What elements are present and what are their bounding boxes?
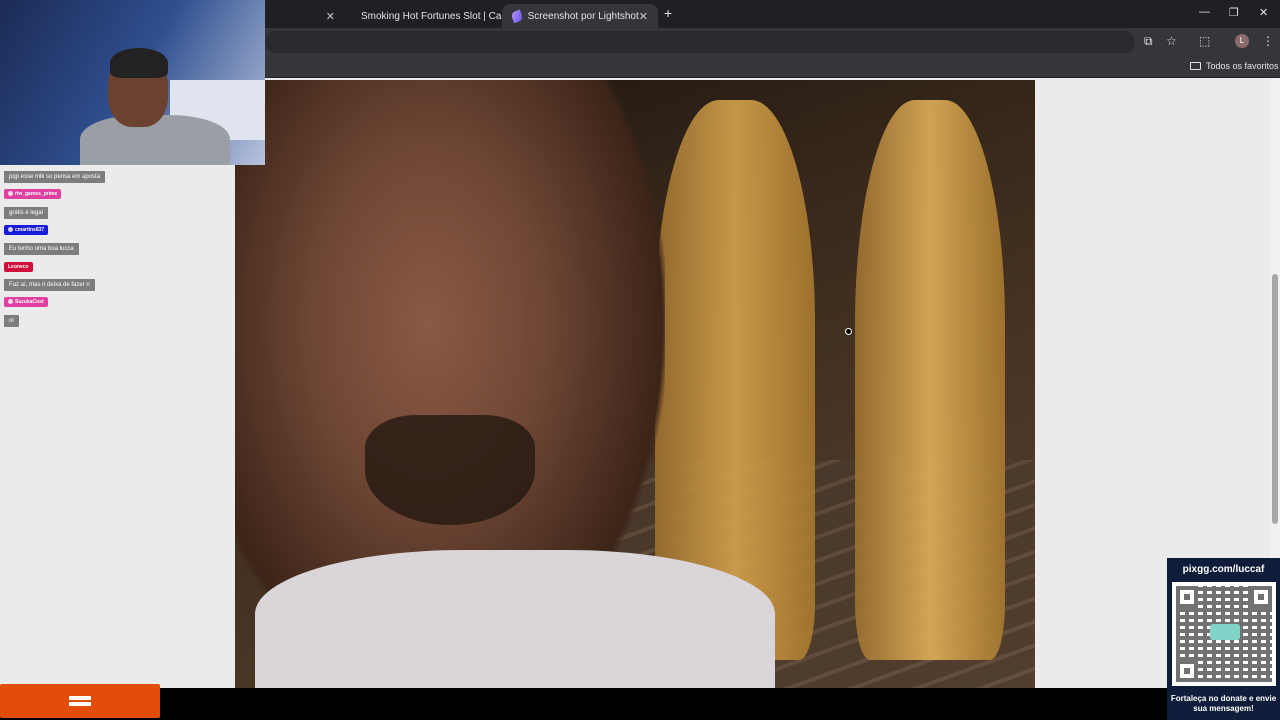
- chat-username-text: cmartins837: [15, 226, 45, 233]
- all-bookmarks-button[interactable]: Todos os favoritos: [1190, 61, 1279, 71]
- donate-note: Fortaleça no donate e envie sua mensagem…: [1170, 694, 1277, 713]
- qr-finder: [1176, 586, 1198, 608]
- tab-3-title: Screenshot por Lightshot: [527, 10, 639, 22]
- chat-username: cmartins837: [4, 224, 49, 235]
- chat-username-text: SuzukaCost: [15, 298, 44, 305]
- chat-overlay: pqp esse mlk so pensa em aposta rlw_game…: [4, 165, 124, 327]
- chat-message: Eu tenho uma boa lucca: [4, 243, 79, 255]
- tab-2[interactable]: Smoking Hot Fortunes Slot | Ca ✕: [345, 4, 511, 28]
- qr-logo: [1210, 624, 1240, 640]
- new-tab-button[interactable]: +: [664, 5, 672, 21]
- all-bookmarks-label: Todos os favoritos: [1206, 61, 1279, 71]
- user-badge-icon: [8, 227, 13, 232]
- chat-message: grátis é legal: [4, 207, 49, 219]
- address-bar[interactable]: [265, 31, 1135, 53]
- cap: [110, 48, 168, 78]
- chat-message: oi: [4, 315, 19, 327]
- close-icon[interactable]: ✕: [326, 10, 335, 23]
- scrollbar-thumb[interactable]: [1272, 274, 1278, 524]
- chat-username: SuzukaCost: [4, 296, 48, 307]
- tank-top: [255, 550, 775, 688]
- chat-message: pqp esse mlk so pensa em aposta: [4, 171, 106, 183]
- profile-avatar[interactable]: L: [1235, 34, 1249, 48]
- donate-url: pixgg.com/luccaf: [1182, 564, 1265, 575]
- tab-2-title: Smoking Hot Fortunes Slot | Ca: [361, 10, 502, 22]
- mouse-cursor-icon: [845, 328, 852, 335]
- qr-code-icon: [1172, 582, 1276, 686]
- chat-username: rlw_games_prime: [4, 188, 62, 199]
- minimize-icon[interactable]: —: [1199, 6, 1210, 18]
- menu-icon[interactable]: ⋮: [1262, 34, 1274, 48]
- lightshot-favicon-icon: [510, 9, 524, 23]
- close-window-icon[interactable]: ✕: [1259, 6, 1268, 19]
- folder-icon: [1190, 62, 1201, 70]
- qr-pattern: [1176, 586, 1272, 682]
- chat-username-text: Leoneco: [8, 264, 29, 270]
- bookmark-star-icon[interactable]: ☆: [1166, 34, 1177, 48]
- screen: ✕ Smoking Hot Fortunes Slot | Ca ✕ Scree…: [0, 0, 1280, 720]
- screenshot-image[interactable]: [235, 80, 1035, 688]
- webcam-overlay: [0, 0, 265, 165]
- donate-panel: pixgg.com/luccaf Fortaleça no donate e e…: [1167, 558, 1280, 720]
- chat-username-text: rlw_games_prime: [15, 190, 58, 197]
- extensions-icon[interactable]: ⬚: [1199, 34, 1210, 48]
- kick-logo-icon: [65, 695, 95, 707]
- chat-username: Leoneco: [4, 262, 33, 272]
- chat-message: Faz aí, mas n deixa de fazer n: [4, 279, 95, 291]
- user-badge-icon: [8, 299, 13, 304]
- qr-finder: [1176, 660, 1198, 682]
- reindeer-statue: [855, 100, 1005, 660]
- restore-icon[interactable]: ❐: [1229, 6, 1239, 19]
- stream-bottom-bar: [0, 688, 1167, 720]
- brand-badge: [0, 684, 160, 718]
- user-badge-icon: [8, 191, 13, 196]
- cast-icon[interactable]: ⧉: [1144, 34, 1153, 49]
- tab-1[interactable]: ✕: [265, 4, 345, 28]
- close-icon[interactable]: ✕: [639, 10, 648, 23]
- tab-3[interactable]: Screenshot por Lightshot ✕: [502, 4, 658, 28]
- beard: [365, 415, 535, 525]
- qr-finder: [1250, 586, 1272, 608]
